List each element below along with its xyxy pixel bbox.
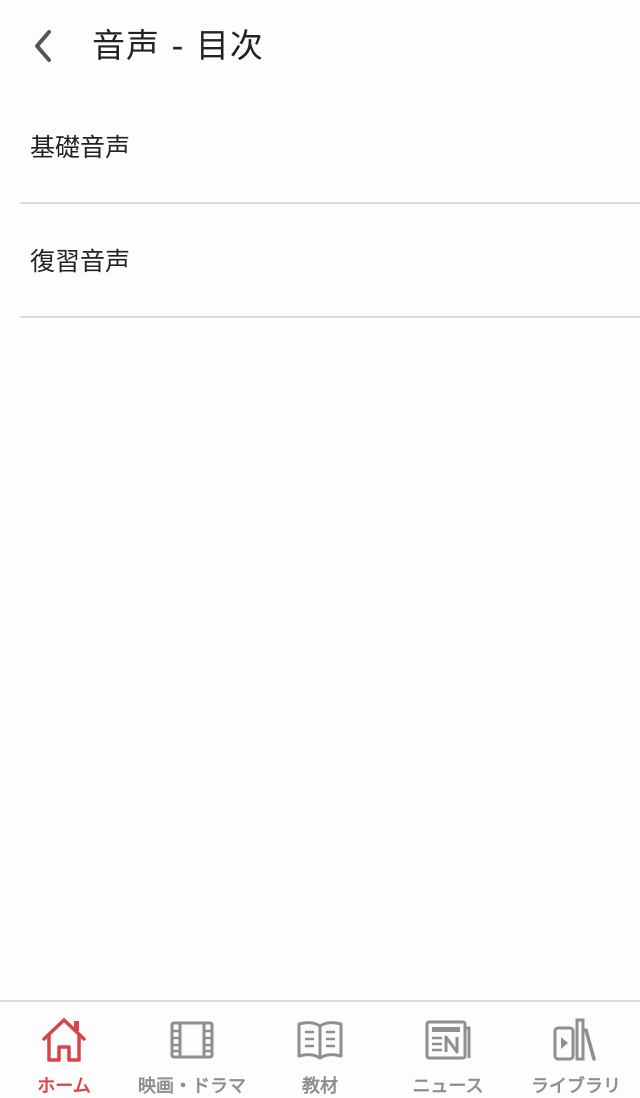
list-item-review-audio[interactable]: 復習音声 [20, 204, 640, 318]
list-item-label: 復習音声 [30, 247, 131, 276]
tab-label: 映画・ドラマ [138, 1076, 246, 1097]
film-icon [170, 1021, 214, 1059]
bottom-tab-bar: ホーム 映画・ドラマ 教材 ニュース ライブラリ [0, 1000, 640, 1098]
app-screen: 音声 - 目次 基礎音声 復習音声 ホーム 映画・ドラマ 教材 ニュース ライブ… [0, 0, 640, 1098]
tab-materials[interactable]: 教材 [256, 1002, 384, 1098]
tab-label: ニュース [412, 1076, 484, 1097]
newspaper-icon [425, 1020, 471, 1060]
tab-movies-dramas[interactable]: 映画・ドラマ [128, 1002, 256, 1098]
home-icon [42, 1018, 86, 1062]
tab-news[interactable]: ニュース [384, 1002, 512, 1098]
library-icon [553, 1018, 596, 1061]
tab-home[interactable]: ホーム [0, 1002, 128, 1098]
header: 音声 - 目次 [0, 0, 640, 92]
chevron-left-icon [35, 30, 51, 62]
list-item-label: 基礎音声 [30, 133, 131, 162]
page-title: 音声 - 目次 [92, 26, 264, 65]
tab-label: ライブラリ [531, 1076, 621, 1097]
tab-library[interactable]: ライブラリ [512, 1002, 640, 1098]
back-button[interactable] [20, 22, 68, 70]
list-item-basic-audio[interactable]: 基礎音声 [20, 90, 640, 204]
tab-label: ホーム [37, 1076, 91, 1097]
book-icon [297, 1021, 343, 1060]
tab-label: 教材 [302, 1076, 338, 1097]
audio-list: 基礎音声 復習音声 [20, 90, 640, 318]
